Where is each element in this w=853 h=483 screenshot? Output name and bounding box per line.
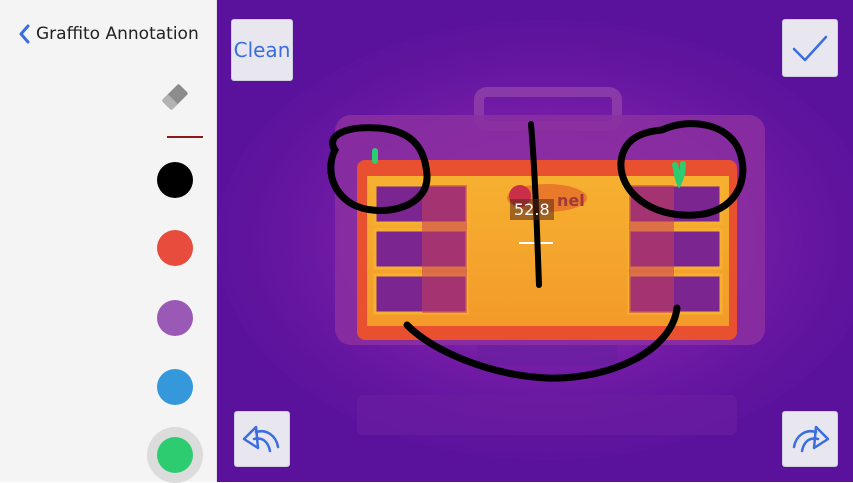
color-swatch-green[interactable]	[147, 427, 203, 483]
eraser-icon[interactable]	[158, 80, 192, 114]
drawing-canvas[interactable]: nel 52.8 Clean	[217, 0, 853, 482]
undo-button[interactable]	[234, 411, 290, 467]
color-dot	[157, 437, 193, 473]
page-title: Graffito Annotation	[36, 24, 199, 44]
color-swatch-blue[interactable]	[147, 359, 203, 415]
color-swatch-red[interactable]	[147, 220, 203, 276]
color-swatch-black[interactable]	[147, 152, 203, 208]
clean-button[interactable]: Clean	[231, 19, 293, 81]
stroke-width-indicator[interactable]	[167, 136, 203, 138]
redo-icon	[792, 425, 830, 453]
color-dot	[157, 162, 193, 198]
confirm-button[interactable]	[782, 19, 838, 77]
color-swatch-purple[interactable]	[147, 290, 203, 346]
back-button[interactable]: Graffito Annotation	[18, 20, 199, 48]
redo-button[interactable]	[782, 411, 838, 467]
undo-icon	[242, 425, 280, 453]
svg-text:nel: nel	[557, 191, 585, 210]
chevron-left-icon	[19, 24, 30, 44]
check-icon	[792, 35, 828, 62]
clean-button-label: Clean	[233, 38, 291, 62]
graffito-annotation-screen: Graffito Annotation nel 52.8 Clean	[0, 0, 853, 483]
color-dot	[157, 300, 193, 336]
color-dot	[157, 369, 193, 405]
thermal-image: nel	[217, 0, 853, 482]
sidebar: Graffito Annotation	[0, 0, 217, 483]
temperature-readout: 52.8	[510, 199, 554, 220]
color-dot	[157, 230, 193, 266]
